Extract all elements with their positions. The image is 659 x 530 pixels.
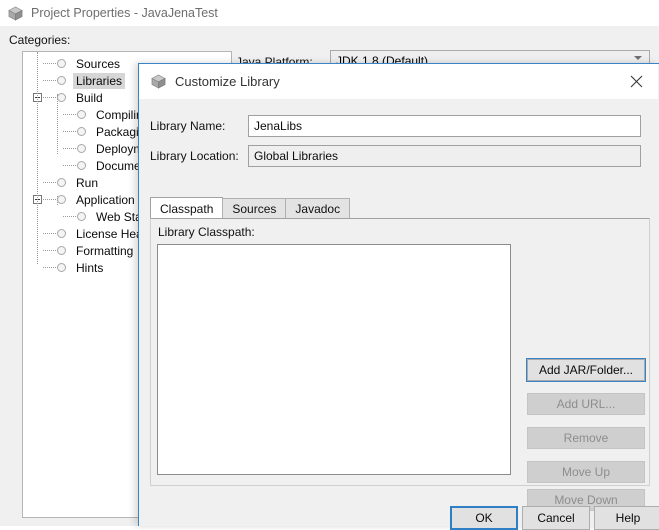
sidebar-item-label: Run bbox=[76, 175, 99, 190]
cancel-button[interactable]: Cancel bbox=[522, 506, 590, 530]
button-label: OK bbox=[475, 511, 493, 525]
tab-javadoc[interactable]: Javadoc bbox=[285, 198, 351, 219]
button-label: Add URL... bbox=[556, 397, 616, 411]
button-label: Move Down bbox=[554, 493, 618, 507]
project-properties-titlebar: Project Properties - JavaJenaTest bbox=[0, 0, 659, 26]
button-label: Help bbox=[615, 511, 641, 525]
tree-node-icon bbox=[77, 144, 86, 153]
tree-node-icon bbox=[77, 212, 86, 221]
tree-node-icon bbox=[57, 246, 66, 255]
tree-connector-line bbox=[63, 164, 76, 167]
tab-label: Javadoc bbox=[295, 202, 341, 216]
tree-node-icon bbox=[57, 195, 66, 204]
tree-node-icon bbox=[77, 161, 86, 170]
tree-connector-line bbox=[43, 266, 56, 269]
tree-connector-line bbox=[43, 249, 56, 252]
tree-node-icon bbox=[57, 178, 66, 187]
library-name-input[interactable]: JenaLibs bbox=[248, 115, 641, 137]
library-location-input: Global Libraries bbox=[248, 145, 641, 167]
tree-connector-line bbox=[63, 130, 76, 133]
tree-node-icon bbox=[57, 263, 66, 272]
tree-node-icon bbox=[77, 110, 86, 119]
dialog-title: Customize Library bbox=[175, 74, 280, 89]
tree-connector-line bbox=[63, 113, 76, 116]
dialog-body: Library Name: JenaLibs Library Location:… bbox=[140, 99, 659, 530]
tree-connector-line bbox=[63, 147, 76, 150]
library-tabs[interactable]: Classpath Sources Javadoc bbox=[150, 197, 650, 219]
sidebar-item-label: Application bbox=[76, 192, 135, 207]
tree-connector-line bbox=[43, 79, 56, 82]
sidebar-item-label: Hints bbox=[76, 260, 104, 275]
cube-icon bbox=[8, 6, 23, 21]
tab-classpath[interactable]: Classpath bbox=[150, 197, 224, 219]
tree-node-icon bbox=[77, 127, 86, 136]
tree-node-icon bbox=[57, 229, 66, 238]
library-location-row: Library Location: bbox=[150, 145, 248, 167]
tab-sources[interactable]: Sources bbox=[222, 198, 287, 219]
tree-guide-line bbox=[57, 196, 58, 205]
add-url-button: Add URL... bbox=[527, 393, 645, 415]
tree-node-icon bbox=[57, 93, 66, 102]
sidebar-item-label: Build bbox=[76, 90, 103, 105]
button-label: Cancel bbox=[537, 511, 575, 525]
tree-connector-line bbox=[63, 215, 76, 218]
tree-guide-line bbox=[37, 52, 38, 264]
sidebar-item-label: Libraries bbox=[73, 72, 126, 89]
library-name-row: Library Name: bbox=[150, 115, 248, 137]
window-title: Project Properties - JavaJenaTest bbox=[31, 6, 218, 20]
close-icon[interactable] bbox=[614, 64, 658, 98]
library-classpath-label: Library Classpath: bbox=[158, 225, 255, 239]
move-up-button: Move Up bbox=[527, 461, 645, 483]
tree-node-icon bbox=[57, 59, 66, 68]
categories-label: Categories: bbox=[9, 33, 71, 47]
classpath-tab-panel: Library Classpath: Add JAR/Folder... Add … bbox=[150, 218, 650, 511]
button-label: Remove bbox=[563, 431, 609, 445]
help-button[interactable]: Help bbox=[594, 506, 659, 530]
tab-label: Classpath bbox=[160, 201, 214, 216]
sidebar-item-label: Formatting bbox=[76, 243, 134, 258]
classpath-listbox[interactable] bbox=[157, 244, 511, 475]
library-location-label: Library Location: bbox=[150, 149, 239, 163]
button-label: Move Up bbox=[561, 465, 611, 479]
button-label: Add JAR/Folder... bbox=[538, 363, 634, 377]
library-name-label: Library Name: bbox=[150, 119, 226, 133]
dialog-titlebar: Customize Library bbox=[139, 64, 658, 99]
library-location-value: Global Libraries bbox=[254, 149, 339, 163]
tree-connector-line bbox=[43, 62, 56, 65]
customize-library-dialog: Customize Library Library Name: JenaLibs… bbox=[138, 63, 659, 530]
tree-connector-line bbox=[43, 232, 56, 235]
tree-connector-line bbox=[43, 96, 56, 99]
tree-connector-line bbox=[43, 198, 56, 201]
remove-button: Remove bbox=[527, 427, 645, 449]
add-jar-folder-button[interactable]: Add JAR/Folder... bbox=[526, 358, 646, 382]
tree-guide-line bbox=[57, 94, 58, 154]
ok-button[interactable]: OK bbox=[450, 506, 518, 530]
tree-node-icon bbox=[57, 76, 66, 85]
library-name-value: JenaLibs bbox=[254, 119, 303, 133]
tab-label: Sources bbox=[232, 202, 277, 216]
cube-icon bbox=[151, 74, 166, 89]
tree-connector-line bbox=[43, 181, 56, 184]
sidebar-item-label: Sources bbox=[76, 56, 121, 71]
